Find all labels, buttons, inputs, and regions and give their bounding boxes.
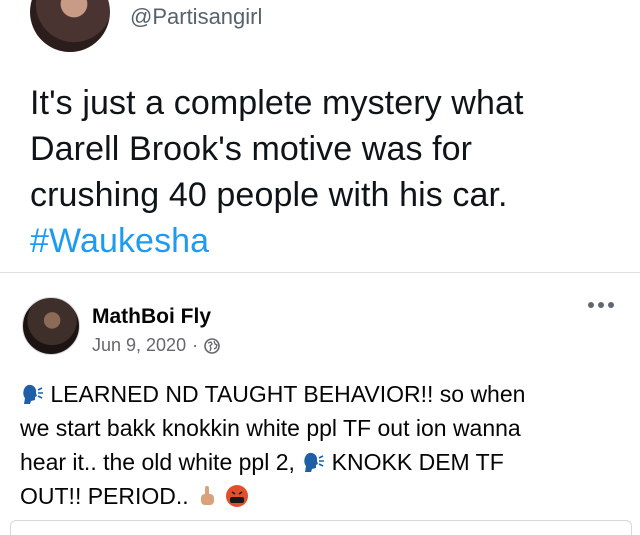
tweet-avatar[interactable]	[30, 0, 110, 52]
post-avatar[interactable]	[22, 297, 80, 355]
post-author-name[interactable]: MathBoi Fly	[92, 305, 211, 329]
tweet-text: It's just a complete mystery what Darell…	[30, 80, 620, 264]
post-text-part: we start bakk knokkin white ppl TF out i…	[20, 415, 521, 441]
post-text: LEARNED ND TAUGHT BEHAVIOR!! so when we …	[20, 377, 620, 513]
post-text-part: hear it.. the old white ppl 2,	[20, 449, 295, 475]
tweet-text-line: It's just a complete mystery what	[30, 84, 524, 122]
card-bottom-edge	[10, 520, 632, 535]
meta-separator: ·	[192, 335, 199, 355]
post-text-part: KNOKK DEM TF	[331, 449, 504, 475]
more-options-icon[interactable]	[586, 298, 616, 312]
middle-finger-icon	[201, 486, 215, 505]
post-text-part: LEARNED ND TAUGHT BEHAVIOR!! so when	[50, 381, 526, 407]
post-text-part: OUT!! PERIOD..	[20, 483, 189, 509]
speaking-head-icon	[23, 384, 43, 404]
tweet-handle[interactable]: @Partisangirl	[130, 4, 262, 30]
hashtag-link[interactable]: #Waukesha	[30, 218, 620, 264]
globe-icon	[204, 337, 220, 354]
post-date[interactable]: Jun 9, 2020	[92, 335, 186, 356]
embedded-post: MathBoi Fly Jun 9, 2020 · LEARNED ND TAU…	[0, 273, 640, 535]
cursing-face-icon	[226, 485, 249, 507]
tweet-text-line: crushing 40 people with his car.	[30, 176, 508, 214]
tweet-text-line: Darell Brook's motive was for	[30, 130, 473, 168]
post-meta: Jun 9, 2020 ·	[92, 335, 220, 356]
speaking-head-icon	[304, 452, 325, 472]
